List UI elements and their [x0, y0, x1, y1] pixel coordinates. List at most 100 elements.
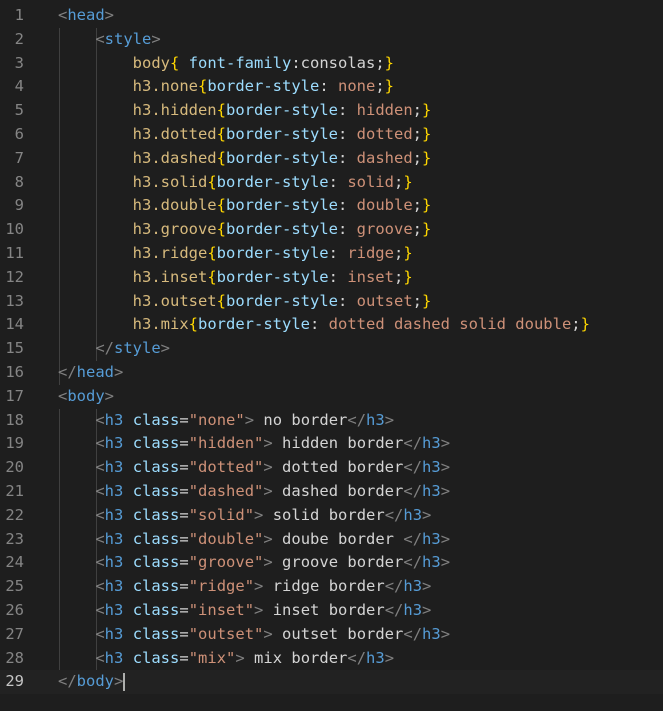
- code-line[interactable]: 14 h3.mix{border-style: dotted dashed so…: [0, 313, 663, 337]
- token-tag: h3: [422, 482, 441, 500]
- token-val: solid: [347, 172, 394, 191]
- code-line[interactable]: 17 <body>: [0, 385, 663, 409]
- code-text: h3.hidden{border-style: hidden;}: [58, 99, 432, 123]
- token-brace: {: [197, 77, 208, 96]
- token-txt: =: [179, 601, 189, 619]
- token-brace: }: [422, 125, 432, 143]
- token-tag: h3: [403, 601, 423, 619]
- code-line[interactable]: 26 <h3 class="inset"> inset border</h3>: [0, 599, 663, 623]
- code-line[interactable]: 20 <h3 class="dotted"> dotted border</h3…: [0, 456, 663, 480]
- token-punct: >: [254, 577, 264, 596]
- token-tag: h3: [422, 458, 441, 477]
- token-punct: >: [440, 624, 451, 643]
- code-line[interactable]: 1 <head>: [0, 4, 663, 28]
- token-txt: ;: [412, 220, 422, 239]
- token-punct: </: [384, 601, 404, 619]
- token-brace: }: [422, 148, 432, 167]
- code-line[interactable]: 11 h3.ridge{border-style: ridge;}: [0, 242, 663, 266]
- line-number: 27: [5, 624, 24, 643]
- code-line[interactable]: 22 <h3 class="solid"> solid border</h3>: [0, 504, 663, 528]
- token-punct: >: [235, 648, 245, 667]
- token-punct: <: [95, 482, 105, 500]
- token-attr: class: [132, 601, 180, 619]
- token-attr: class: [132, 577, 180, 596]
- token-punct: >: [422, 505, 432, 524]
- token-prop: border-style: [226, 125, 338, 143]
- token-punct: >: [440, 482, 451, 500]
- token-punct: >: [263, 624, 273, 643]
- token-punct: <: [95, 553, 105, 572]
- line-number: 10: [5, 220, 24, 239]
- token-txt: dotted border: [272, 458, 404, 477]
- token-str: "groove": [188, 553, 264, 572]
- token-brace: {: [207, 172, 217, 191]
- code-line[interactable]: 10 h3.groove{border-style: groove;}: [0, 218, 663, 242]
- code-text: <h3 class="dashed"> dashed border</h3>: [58, 480, 450, 504]
- code-line[interactable]: 9 h3.double{border-style: double;}: [0, 194, 663, 218]
- token-sel: h3.hidden: [132, 101, 217, 120]
- code-line[interactable]: 4 h3.none{border-style: none;}: [0, 75, 663, 99]
- token-punct: </: [403, 624, 423, 643]
- token-tag: h3: [422, 529, 441, 548]
- code-line[interactable]: 24 <h3 class="groove"> groove border</h3…: [0, 551, 663, 575]
- line-number: 20: [5, 458, 24, 477]
- code-text: <h3 class="outset"> outset border</h3>: [58, 623, 450, 647]
- token-txt: =: [179, 458, 189, 477]
- token-punct: >: [160, 339, 171, 358]
- token-tag: head: [76, 363, 114, 381]
- token-punct: </: [403, 553, 423, 572]
- token-tag: body: [76, 672, 114, 691]
- line-number: 13: [5, 291, 24, 310]
- token-txt: ;: [412, 148, 422, 167]
- code-line[interactable]: 15 </style>: [0, 337, 663, 361]
- token-tag: style: [104, 29, 152, 48]
- token-prop: border-style: [226, 101, 338, 120]
- code-line[interactable]: 25 <h3 class="ridge"> ridge border</h3>: [0, 575, 663, 599]
- code-line[interactable]: 27 <h3 class="outset"> outset border</h3…: [0, 623, 663, 647]
- code-line[interactable]: 28 <h3 class="mix"> mix border</h3>: [0, 647, 663, 671]
- code-line[interactable]: 8 h3.solid{border-style: solid;}: [0, 171, 663, 195]
- token-attr: class: [132, 624, 180, 643]
- token-txt: groove border: [272, 553, 404, 572]
- code-line[interactable]: 16 </head>: [0, 361, 663, 385]
- token-punct: <: [58, 6, 68, 24]
- line-number: 19: [5, 434, 24, 453]
- token-tag: head: [67, 6, 105, 24]
- token-txt: ;: [393, 267, 404, 286]
- code-text: h3.dotted{border-style: dotted;}: [58, 123, 432, 147]
- code-line[interactable]: 6 h3.dotted{border-style: dotted;}: [0, 123, 663, 147]
- code-line[interactable]: 21 <h3 class="dashed"> dashed border</h3…: [0, 480, 663, 504]
- token-attr: class: [132, 458, 180, 477]
- token-punct: <: [58, 386, 68, 405]
- token-txt: :: [309, 315, 329, 334]
- code-line[interactable]: 5 h3.hidden{border-style: hidden;}: [0, 99, 663, 123]
- line-number: 24: [5, 553, 24, 572]
- code-editor[interactable]: 1 <head> 2 <style> 3 body{ font-family:cons…: [0, 0, 663, 711]
- line-number: 16: [5, 363, 24, 381]
- code-text: <style>: [58, 28, 160, 52]
- token-sel: h3.mix: [132, 315, 189, 334]
- code-line[interactable]: 19 <h3 class="hidden"> hidden border</h3…: [0, 432, 663, 456]
- code-line[interactable]: 12 h3.inset{border-style: inset;}: [0, 266, 663, 290]
- token-txt: =: [179, 434, 189, 453]
- code-line[interactable]: 29 </body>: [0, 670, 663, 695]
- code-line[interactable]: 13 h3.outset{border-style: outset;}: [0, 290, 663, 314]
- token-val: double: [356, 196, 413, 215]
- code-line[interactable]: 23 <h3 class="double"> doube border </h3…: [0, 528, 663, 552]
- code-line[interactable]: 18 <h3 class="none"> no border</h3>: [0, 409, 663, 433]
- token-brace: {: [216, 101, 226, 120]
- token-tag: h3: [104, 601, 124, 619]
- code-line[interactable]: 3 body{ font-family:consolas;}: [0, 52, 663, 76]
- token-txt: :: [319, 77, 338, 96]
- code-line[interactable]: 2 <style>: [0, 28, 663, 52]
- code-line[interactable]: 7 h3.dashed{border-style: dashed;}: [0, 147, 663, 171]
